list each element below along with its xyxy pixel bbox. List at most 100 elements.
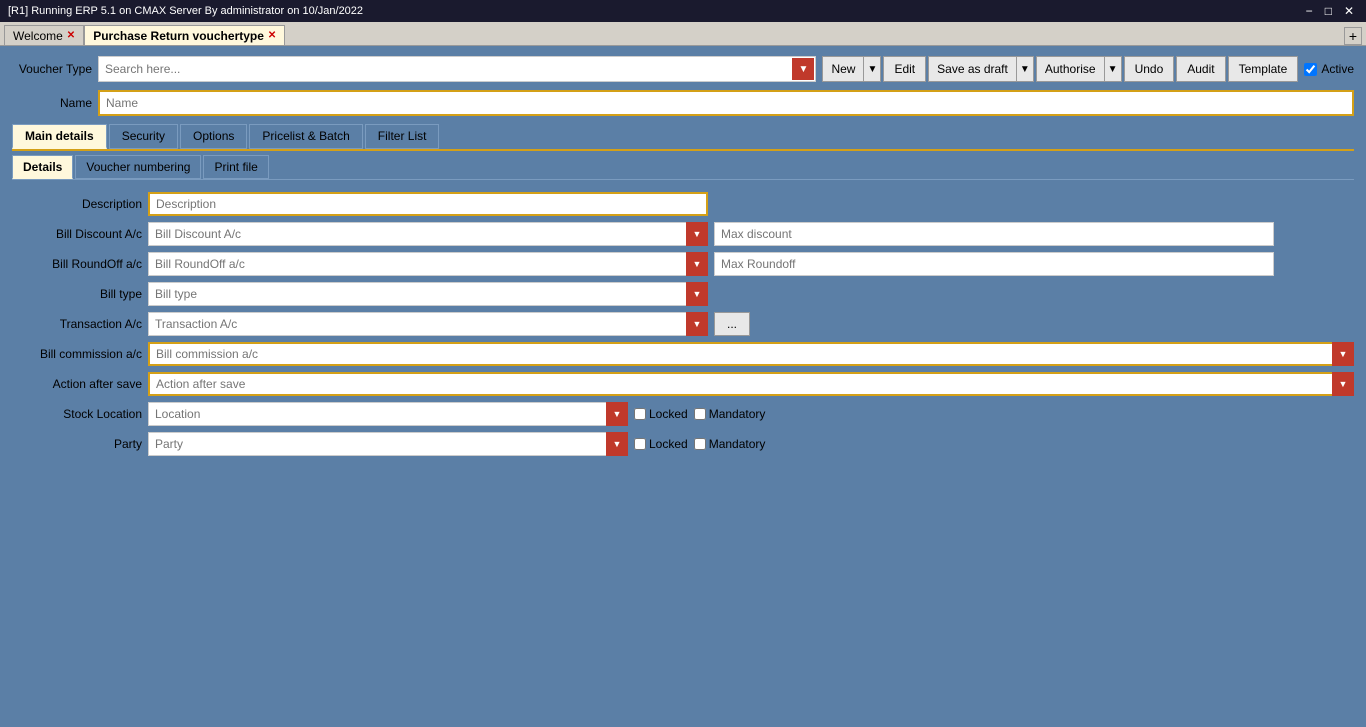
party-mandatory-wrap: Mandatory xyxy=(694,437,766,451)
max-roundoff-input[interactable] xyxy=(714,252,1274,276)
tab-filter-list[interactable]: Filter List xyxy=(365,124,440,149)
new-button[interactable]: New xyxy=(822,56,863,82)
close-button[interactable]: ✕ xyxy=(1340,4,1358,18)
tab-bar: Welcome ✕ Purchase Return vouchertype ✕ … xyxy=(0,22,1366,46)
bill-discount-arrow[interactable] xyxy=(686,222,708,246)
description-input[interactable] xyxy=(148,192,708,216)
stock-location-mandatory-label: Mandatory xyxy=(709,407,766,421)
add-tab-button[interactable]: + xyxy=(1344,27,1362,45)
save-as-draft-arrow[interactable]: ▼ xyxy=(1016,56,1034,82)
save-as-draft-button-split: Save as draft ▼ xyxy=(928,56,1034,82)
stock-location-mandatory-checkbox[interactable] xyxy=(694,408,706,420)
party-locked-checkbox[interactable] xyxy=(634,438,646,450)
window-controls: − □ ✕ xyxy=(1302,4,1358,18)
party-arrow[interactable] xyxy=(606,432,628,456)
party-locked-wrap: Locked xyxy=(634,437,688,451)
action-after-save-arrow[interactable] xyxy=(1332,372,1354,396)
template-button[interactable]: Template xyxy=(1228,56,1299,82)
party-mandatory-checkbox[interactable] xyxy=(694,438,706,450)
active-checkbox[interactable] xyxy=(1304,63,1317,76)
stock-location-mandatory-wrap: Mandatory xyxy=(694,407,766,421)
description-label: Description xyxy=(12,197,142,211)
tab-purchase-return[interactable]: Purchase Return vouchertype ✕ xyxy=(84,25,285,45)
tab-welcome-close[interactable]: ✕ xyxy=(67,30,75,41)
stock-location-input[interactable] xyxy=(148,402,628,426)
form-section: Description Bill Discount A/c Bill Round… xyxy=(12,188,1354,466)
party-label: Party xyxy=(12,437,142,451)
toolbar: New ▼ Edit Save as draft ▼ Authorise ▼ U… xyxy=(822,56,1298,82)
voucher-type-dropdown-arrow[interactable] xyxy=(792,58,814,80)
name-input[interactable] xyxy=(98,90,1354,116)
save-as-draft-button[interactable]: Save as draft xyxy=(928,56,1016,82)
party-row: Party Locked Mandatory xyxy=(12,432,1354,456)
transaction-ac-input-wrap xyxy=(148,312,708,336)
bill-roundoff-row: Bill RoundOff a/c xyxy=(12,252,1354,276)
inner-tab-print-file-label: Print file xyxy=(214,160,257,174)
bill-roundoff-label: Bill RoundOff a/c xyxy=(12,257,142,271)
inner-tab-print-file[interactable]: Print file xyxy=(203,155,268,179)
tab-options[interactable]: Options xyxy=(180,124,247,149)
bill-roundoff-input[interactable] xyxy=(148,252,708,276)
tab-welcome-label: Welcome xyxy=(13,29,63,43)
authorise-button[interactable]: Authorise xyxy=(1036,56,1104,82)
tab-pricelist-batch-label: Pricelist & Batch xyxy=(262,129,349,143)
bill-type-row: Bill type xyxy=(12,282,1354,306)
undo-button[interactable]: Undo xyxy=(1124,56,1175,82)
tab-security[interactable]: Security xyxy=(109,124,178,149)
stock-location-locked-checkbox[interactable] xyxy=(634,408,646,420)
party-input[interactable] xyxy=(148,432,628,456)
party-mandatory-label: Mandatory xyxy=(709,437,766,451)
authorise-button-split: Authorise ▼ xyxy=(1036,56,1122,82)
inner-tab-details[interactable]: Details xyxy=(12,155,73,179)
description-row: Description xyxy=(12,192,1354,216)
edit-button[interactable]: Edit xyxy=(883,56,926,82)
tab-purchase-return-label: Purchase Return vouchertype xyxy=(93,29,264,43)
voucher-type-label: Voucher Type xyxy=(12,62,92,76)
action-after-save-input-wrap xyxy=(148,372,1354,396)
stock-location-arrow[interactable] xyxy=(606,402,628,426)
bill-roundoff-arrow[interactable] xyxy=(686,252,708,276)
minimize-button[interactable]: − xyxy=(1302,4,1317,18)
tab-filter-list-label: Filter List xyxy=(378,129,427,143)
bill-type-input[interactable] xyxy=(148,282,708,306)
bill-discount-input[interactable] xyxy=(148,222,708,246)
transaction-ac-label: Transaction A/c xyxy=(12,317,142,331)
action-after-save-row: Action after save xyxy=(12,372,1354,396)
transaction-ac-arrow[interactable] xyxy=(686,312,708,336)
title-bar: [R1] Running ERP 5.1 on CMAX Server By a… xyxy=(0,0,1366,22)
inner-tab-details-label: Details xyxy=(23,160,62,174)
active-label: Active xyxy=(1321,62,1354,76)
tab-security-label: Security xyxy=(122,129,165,143)
tab-welcome[interactable]: Welcome ✕ xyxy=(4,25,84,45)
new-button-split: New ▼ xyxy=(822,56,881,82)
transaction-ac-ellipsis[interactable]: ... xyxy=(714,312,750,336)
bill-commission-input[interactable] xyxy=(148,342,1354,366)
tab-main-details[interactable]: Main details xyxy=(12,124,107,149)
inner-tab-voucher-numbering[interactable]: Voucher numbering xyxy=(75,155,201,179)
bill-discount-input-wrap xyxy=(148,222,708,246)
action-after-save-input[interactable] xyxy=(148,372,1354,396)
main-content: Voucher Type New ▼ Edit Save as draft ▼ … xyxy=(0,46,1366,476)
bill-type-arrow[interactable] xyxy=(686,282,708,306)
new-button-arrow[interactable]: ▼ xyxy=(863,56,881,82)
stock-location-label: Stock Location xyxy=(12,407,142,421)
authorise-arrow[interactable]: ▼ xyxy=(1104,56,1122,82)
tab-pricelist-batch[interactable]: Pricelist & Batch xyxy=(249,124,362,149)
voucher-type-row: Voucher Type New ▼ Edit Save as draft ▼ … xyxy=(12,56,1354,82)
transaction-ac-input[interactable] xyxy=(148,312,708,336)
audit-button[interactable]: Audit xyxy=(1176,56,1225,82)
bill-commission-arrow[interactable] xyxy=(1332,342,1354,366)
voucher-type-input[interactable] xyxy=(98,56,816,82)
bill-discount-row: Bill Discount A/c xyxy=(12,222,1354,246)
transaction-ac-row: Transaction A/c ... xyxy=(12,312,1354,336)
tab-purchase-return-close[interactable]: ✕ xyxy=(268,30,276,41)
max-discount-input[interactable] xyxy=(714,222,1274,246)
tab-options-label: Options xyxy=(193,129,234,143)
section-tabs: Main details Security Options Pricelist … xyxy=(12,124,1354,151)
maximize-button[interactable]: □ xyxy=(1321,4,1336,18)
bill-roundoff-input-wrap xyxy=(148,252,708,276)
bill-discount-label: Bill Discount A/c xyxy=(12,227,142,241)
bill-commission-row: Bill commission a/c xyxy=(12,342,1354,366)
active-check-wrap: Active xyxy=(1304,62,1354,76)
party-input-wrap xyxy=(148,432,628,456)
